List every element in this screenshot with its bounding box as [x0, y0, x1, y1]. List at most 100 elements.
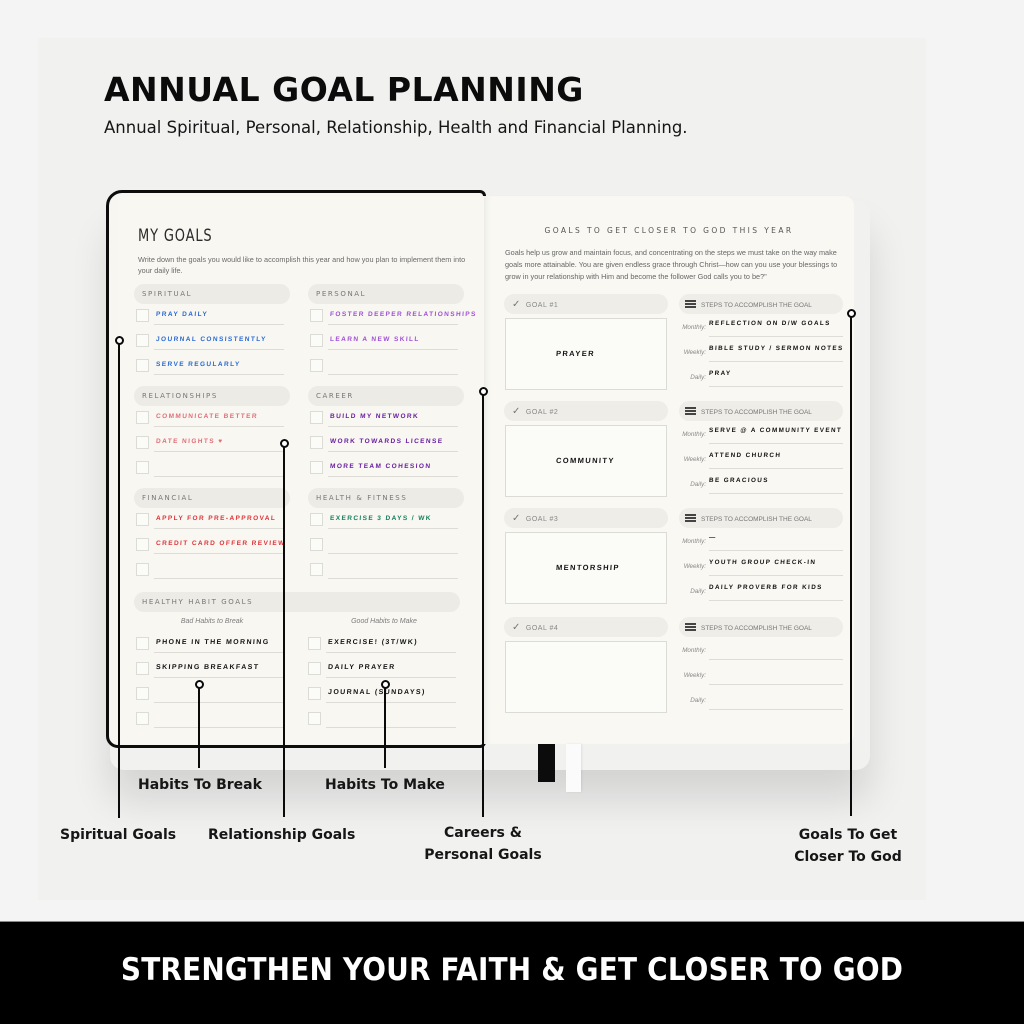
writing-line — [154, 677, 284, 678]
steps-label: STEPS TO ACCOMPLISH THE GOAL — [701, 516, 812, 523]
checkbox[interactable] — [136, 436, 149, 449]
handwritten-step[interactable]: SERVE @ A COMMUNITY EVENT — [709, 427, 843, 434]
good-habit-row: EXERCISE! (3T/WK) — [306, 632, 462, 657]
goal-entry-row: FOSTER DEEPER RELATIONSHIPS — [308, 304, 477, 329]
handwritten-goal[interactable]: LEARN A NEW SKILL — [330, 336, 420, 343]
healthy-habit-goals: HEALTHY HABIT GOALS Bad Habits to Break … — [134, 592, 464, 728]
checkbox[interactable] — [136, 334, 149, 347]
checkbox[interactable] — [310, 461, 323, 474]
list-icon — [685, 300, 696, 308]
goal-entry-row: EXERCISE 3 DAYS / WK — [308, 508, 464, 533]
writing-line — [154, 324, 284, 325]
writing-line — [328, 451, 458, 452]
checkbox[interactable] — [310, 563, 323, 576]
steps-header: STEPS TO ACCOMPLISH THE GOAL — [679, 401, 843, 421]
checkbox[interactable] — [136, 411, 149, 424]
pin-closer-to-god — [847, 309, 856, 816]
handwritten-goal[interactable]: APPLY FOR PRE-APPROVAL — [156, 515, 277, 522]
checkbox[interactable] — [310, 309, 323, 322]
checkbox[interactable] — [310, 359, 323, 372]
step-weekly: Weekly: YOUTH GROUP CHECK-IN — [679, 553, 843, 578]
handwritten-step[interactable]: BE GRACIOUS — [709, 477, 769, 484]
writing-line — [709, 550, 843, 551]
steps-header: STEPS TO ACCOMPLISH THE GOAL — [679, 294, 843, 314]
writing-line — [154, 476, 284, 477]
handwritten-step[interactable]: ATTEND CHURCH — [709, 452, 782, 459]
handwritten-step[interactable]: PRAY — [709, 370, 732, 377]
writing-line — [709, 709, 843, 710]
writing-line — [709, 468, 843, 469]
section-header: HEALTH & FITNESS — [308, 488, 464, 508]
writing-line — [709, 684, 843, 685]
handwritten-step[interactable]: DAILY PROVERB FOR KIDS — [709, 584, 823, 591]
checkbox[interactable] — [136, 513, 149, 526]
page-title: ANNUAL GOAL PLANNING — [104, 70, 584, 109]
writing-line — [328, 324, 458, 325]
handwritten-habit[interactable]: SKIPPING BREAKFAST — [156, 664, 260, 671]
goal-section-personal: PERSONAL FOSTER DEEPER RELATIONSHIPS LEARN… — [308, 284, 477, 379]
checkbox[interactable] — [136, 461, 149, 474]
handwritten-habit[interactable]: DAILY PRAYER — [328, 664, 396, 671]
callout-careers-line1: Careers & — [444, 825, 522, 841]
goal-entry-row — [308, 533, 464, 558]
goal-text-box[interactable]: PRAYER — [505, 318, 667, 390]
handwritten-habit[interactable]: JOURNAL (SUNDAYS) — [328, 689, 426, 696]
handwritten-goal: MENTORSHIP — [555, 563, 621, 572]
checkbox[interactable] — [136, 662, 149, 675]
checkbox[interactable] — [310, 334, 323, 347]
handwritten-step[interactable]: YOUTH GROUP CHECK-IN — [709, 559, 817, 566]
checkbox[interactable] — [310, 436, 323, 449]
handwritten-step[interactable]: REFLECTION ON D/W GOALS — [709, 320, 831, 327]
checkbox[interactable] — [136, 637, 149, 650]
handwritten-habit[interactable]: PHONE IN THE MORNING — [156, 639, 270, 646]
callout-spiritual-goals: Spiritual Goals — [60, 827, 177, 843]
handwritten-goal[interactable]: COMMUNICATE BETTER — [156, 413, 258, 420]
handwritten-step[interactable]: BIBLE STUDY / SERMON NOTES — [709, 345, 844, 352]
checkbox[interactable] — [308, 712, 321, 725]
checkmark-icon: ✓ — [512, 513, 521, 524]
handwritten-habit[interactable]: EXERCISE! (3T/WK) — [328, 639, 418, 646]
handwritten-goal[interactable]: WORK TOWARDS LICENSE — [330, 438, 444, 445]
checkbox[interactable] — [136, 309, 149, 322]
checkbox[interactable] — [136, 359, 149, 372]
goal-text-box[interactable]: COMMUNITY — [505, 425, 667, 497]
handwritten-goal[interactable]: MORE TEAM COHESION — [330, 463, 432, 470]
bad-habits-column: Bad Habits to Break PHONE IN THE MORNING… — [134, 618, 290, 732]
goal-block-3: ✓ GOAL #3 MENTORSHIP STEPS TO ACCOMPLISH TH… — [504, 508, 844, 616]
list-icon — [685, 407, 696, 415]
checkbox[interactable] — [136, 687, 149, 700]
checkbox[interactable] — [308, 687, 321, 700]
checkbox[interactable] — [308, 637, 321, 650]
checkbox[interactable] — [136, 538, 149, 551]
handwritten-goal[interactable]: CREDIT CARD OFFER REVIEW — [156, 540, 286, 547]
goal-section-relationships: RELATIONSHIPS COMMUNICATE BETTER DATE NIGH… — [134, 386, 290, 481]
goal-header: ✓ GOAL #1 — [504, 294, 668, 314]
good-habits-label: Good Habits to Make — [351, 618, 417, 625]
checkbox[interactable] — [310, 513, 323, 526]
handwritten-goal[interactable]: FOSTER DEEPER RELATIONSHIPS — [330, 311, 477, 318]
checkbox[interactable] — [308, 662, 321, 675]
checkbox[interactable] — [136, 563, 149, 576]
handwritten-goal[interactable]: SERVE REGULARLY — [156, 361, 241, 368]
closer-to-god-title: GOALS TO GET CLOSER TO GOD THIS YEAR — [544, 226, 794, 235]
step-daily: Daily: — [679, 687, 843, 712]
handwritten-step[interactable]: — — [709, 534, 717, 541]
my-goals-intro: Write down the goals you would like to a… — [138, 255, 466, 275]
checkbox[interactable] — [310, 411, 323, 424]
goal-entry-row: SERVE REGULARLY — [134, 354, 290, 379]
writing-line — [154, 652, 284, 653]
banner-text: STRENGTHEN YOUR FAITH & GET CLOSER TO GO… — [120, 952, 904, 988]
my-goals-title: MY GOALS — [138, 226, 213, 246]
goal-text-box[interactable]: MENTORSHIP — [505, 532, 667, 604]
handwritten-goal[interactable]: DATE NIGHTS ♥ — [156, 438, 224, 445]
checkbox[interactable] — [310, 538, 323, 551]
checkbox[interactable] — [136, 712, 149, 725]
ribbon-bookmark-white — [566, 744, 581, 792]
handwritten-goal[interactable]: EXERCISE 3 DAYS / WK — [330, 515, 432, 522]
goal-text-box[interactable] — [505, 641, 667, 713]
handwritten-goal[interactable]: PRAY DAILY — [156, 311, 209, 318]
goal-section-financial: FINANCIAL APPLY FOR PRE-APPROVAL CREDIT CA… — [134, 488, 290, 583]
handwritten-goal[interactable]: BUILD MY NETWORK — [330, 413, 420, 420]
writing-line — [709, 386, 843, 387]
handwritten-goal[interactable]: JOURNAL CONSISTENTLY — [156, 336, 267, 343]
